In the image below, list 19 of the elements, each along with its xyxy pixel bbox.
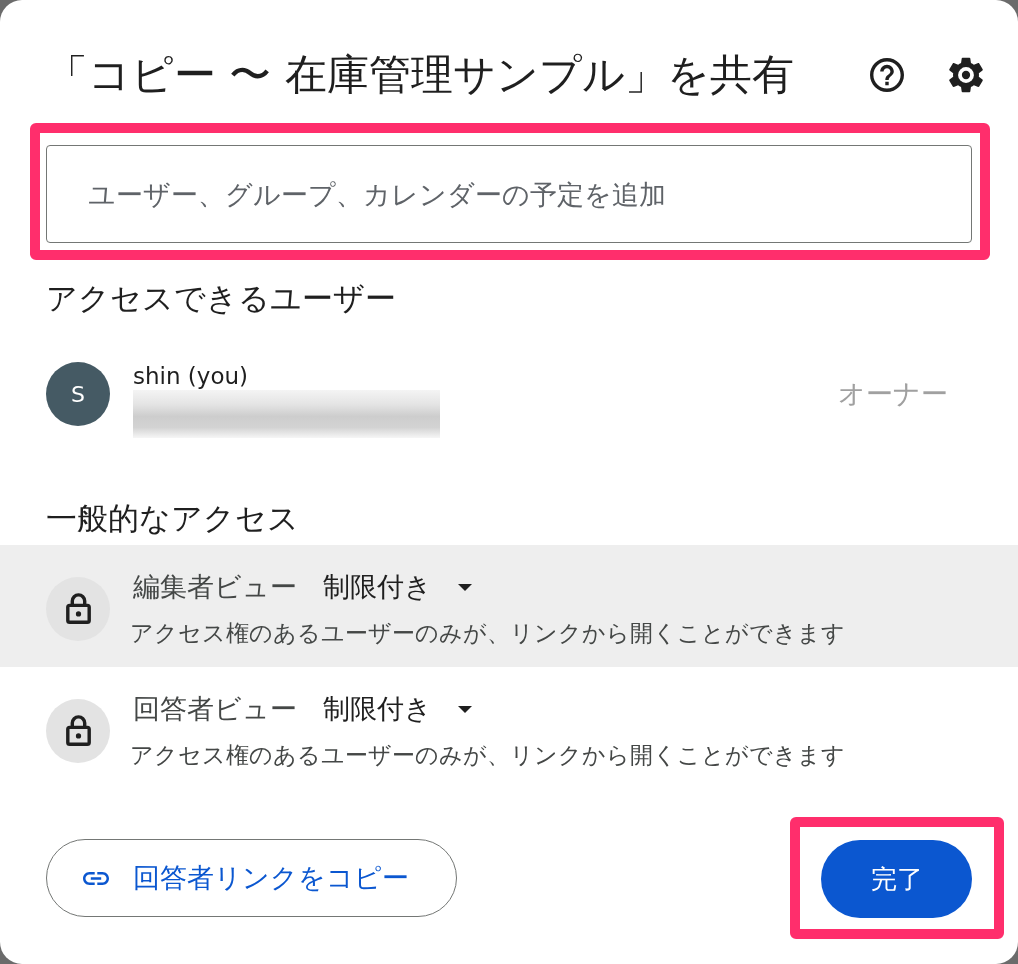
section-heading: アクセスできるユーザー: [46, 279, 396, 318]
settings-icon[interactable]: [949, 57, 983, 93]
role-label: オーナー: [838, 377, 948, 411]
section-heading: 一般的なアクセス: [46, 499, 299, 538]
link-icon: [83, 871, 109, 885]
audience-label: 回答者ビュー: [133, 692, 297, 726]
access-description: アクセス権のあるユーザーのみが、リンクから開くことができます: [130, 741, 845, 770]
add-people-field[interactable]: ユーザー、グループ、カレンダーの予定を追加: [46, 145, 972, 243]
access-level-dropdown[interactable]: 制限付き: [323, 569, 472, 605]
dialog-title: 「コピー 〜 在庫管理サンプル」を共有: [46, 49, 794, 101]
done-button[interactable]: 完了: [821, 840, 972, 918]
user-name: shin (you): [133, 362, 249, 390]
access-description: アクセス権のあるユーザーのみが、リンクから開くことができます: [130, 619, 845, 648]
access-level-dropdown[interactable]: 制限付き: [323, 691, 472, 727]
user-avatar: S: [46, 362, 110, 426]
caret-icon: [458, 705, 472, 713]
help-icon[interactable]: [870, 58, 904, 92]
audience-label: 編集者ビュー: [133, 570, 297, 604]
caret-icon: [458, 583, 472, 591]
